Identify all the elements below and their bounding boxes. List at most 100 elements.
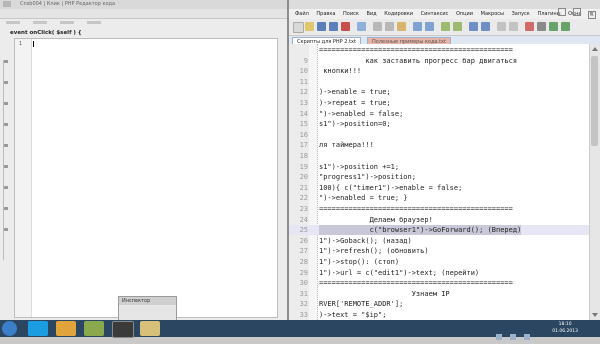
menu-syntax[interactable]: Синтаксис xyxy=(421,11,449,17)
print-icon[interactable] xyxy=(357,22,366,31)
code-line[interactable]: 22 ")->enabled = true; } xyxy=(289,193,590,203)
start-button[interactable] xyxy=(2,321,17,336)
inspector-panel[interactable]: Инспектор xyxy=(118,296,177,322)
code-text: )->repeat = true; xyxy=(319,99,391,107)
code-line[interactable]: 18 xyxy=(289,151,590,161)
code-line[interactable]: 17 ля таймера!!! xyxy=(289,140,590,150)
close-file-icon[interactable] xyxy=(341,22,350,31)
code-line[interactable]: 31 Узнаем IP xyxy=(289,289,590,299)
line-number: 20 xyxy=(299,173,308,182)
line-number: 23 xyxy=(299,205,308,213)
redo-icon[interactable] xyxy=(425,22,434,31)
wrap-icon[interactable] xyxy=(497,22,506,31)
code-text: ля таймера!!! xyxy=(319,141,374,150)
replace-icon[interactable] xyxy=(453,22,462,31)
code-line[interactable]: 29 1")->url = c("edit1")->text; (перейти) xyxy=(289,268,590,278)
code-line[interactable]: 30 ======================================… xyxy=(289,278,590,288)
indent-guide-icon[interactable] xyxy=(509,22,518,31)
code-line[interactable]: 9 как заставить прогресс бар двигаться xyxy=(289,56,590,66)
code-line[interactable]: 33)->text = "$ip"; xyxy=(289,310,590,320)
code-text: ========================================… xyxy=(319,205,513,213)
line-number: 9 xyxy=(303,56,308,65)
code-line[interactable]: 19 s1")->position +=1; xyxy=(289,162,590,172)
paste-icon[interactable] xyxy=(397,22,406,31)
menu-file[interactable]: Файл xyxy=(295,11,309,17)
scroll-up-icon[interactable] xyxy=(592,47,598,51)
scroll-down-icon[interactable] xyxy=(592,313,598,317)
chrome-icon[interactable] xyxy=(56,321,76,336)
skype-icon[interactable] xyxy=(28,321,48,336)
text-cursor xyxy=(33,41,34,47)
close-button[interactable]: X xyxy=(588,11,596,19)
menu-search[interactable]: Поиск xyxy=(343,11,359,17)
code-text: ========================================… xyxy=(319,46,513,54)
menu-view[interactable]: Вид xyxy=(366,11,376,17)
copy-icon[interactable] xyxy=(385,22,394,31)
code-line[interactable]: 16 xyxy=(289,130,590,140)
code-line[interactable]: 15 s1")->position=0; xyxy=(289,119,590,129)
minimize-button[interactable] xyxy=(557,8,566,16)
line-number: 24 xyxy=(299,215,308,224)
left-menu-item[interactable] xyxy=(6,21,20,24)
tray-icon[interactable] xyxy=(495,334,502,340)
cut-icon[interactable] xyxy=(373,22,382,31)
code-line[interactable]: 14 ")->enabled = false; xyxy=(289,109,590,119)
left-menu-item[interactable] xyxy=(60,21,75,24)
code-text: как заставить прогресс бар двигаться xyxy=(319,56,518,65)
code-line[interactable]: 21 100){ c("timer1")->enable = false; xyxy=(289,183,590,193)
code-line[interactable]: 26 1")->Goback(); (назад) xyxy=(289,236,590,246)
menu-macros[interactable]: Макросы xyxy=(481,11,504,17)
code-text: 1")->Goback(); (назад) xyxy=(319,236,412,245)
menu-options[interactable]: Опции xyxy=(456,11,473,17)
zoom-in-icon[interactable] xyxy=(469,22,478,31)
left-gutter xyxy=(15,39,32,317)
line-number: 13 xyxy=(299,99,308,107)
left-menu-item[interactable] xyxy=(87,21,102,24)
tray-icon[interactable] xyxy=(509,334,516,340)
clock[interactable]: 18:10 01.06.2013 xyxy=(552,321,578,335)
tray-icon[interactable] xyxy=(524,334,530,340)
code-line[interactable]: 27 1")->refresh(); (обновить) xyxy=(289,246,590,256)
undo-icon[interactable] xyxy=(413,22,422,31)
code-line[interactable]: 25 c("browser1")->GoForward(); (Вперед) xyxy=(289,225,590,236)
code-line[interactable]: 23 ======================================… xyxy=(289,204,590,214)
stop-macro-icon[interactable] xyxy=(537,22,546,31)
maximize-button[interactable] xyxy=(572,8,581,16)
code-line[interactable]: 28 1")->stop(): (стоп) xyxy=(289,257,590,267)
code-line[interactable]: 13 )->repeat = true; xyxy=(289,98,590,108)
zoom-out-icon[interactable] xyxy=(481,22,490,31)
code-text: c("browser1")->GoForward(); (Вперед) xyxy=(319,225,522,236)
scroll-thumb[interactable] xyxy=(591,56,598,146)
left-title-bar: Cnsb004 | Клик | PHP Редактор кода xyxy=(0,0,287,9)
record-macro-icon[interactable] xyxy=(525,22,534,31)
run-macro-icon[interactable] xyxy=(561,22,570,31)
code-text: s1")->position=0; xyxy=(319,120,391,129)
left-menu-item[interactable] xyxy=(33,21,48,24)
menu-encoding[interactable]: Кодировки xyxy=(384,11,413,17)
save-icon[interactable] xyxy=(317,22,326,31)
new-file-icon[interactable] xyxy=(293,22,304,33)
left-line-number: 1 xyxy=(19,41,23,47)
left-code-editor[interactable]: 1 xyxy=(14,38,278,318)
explorer-icon[interactable] xyxy=(140,321,160,336)
find-icon[interactable] xyxy=(441,22,450,31)
save-all-icon[interactable] xyxy=(329,22,338,31)
menu-edit[interactable]: Правка xyxy=(316,11,335,17)
app-icon[interactable] xyxy=(84,321,104,336)
line-number: 15 xyxy=(299,120,308,129)
notepad-window: X Файл Правка Поиск Вид Кодировки Синтак… xyxy=(289,0,600,320)
line-number: 33 xyxy=(299,311,308,319)
code-line[interactable]: ========================================… xyxy=(289,45,590,55)
code-line[interactable]: 10 кнопки!!! xyxy=(289,66,590,76)
menu-run[interactable]: Запуск xyxy=(512,11,530,17)
code-line[interactable]: 20 "progress1")->position; xyxy=(289,172,590,182)
open-folder-icon[interactable] xyxy=(305,22,314,31)
devel-studio-icon[interactable] xyxy=(112,321,134,338)
code-line[interactable]: 32 RVER['REMOTE_ADDR']; xyxy=(289,299,590,309)
code-editor[interactable]: ========================================… xyxy=(289,44,590,320)
play-macro-icon[interactable] xyxy=(549,22,558,31)
code-line[interactable]: 12)->enable = true; xyxy=(289,87,590,97)
code-line[interactable]: 11 xyxy=(289,77,590,87)
vertical-scrollbar[interactable] xyxy=(589,44,600,320)
code-line[interactable]: 24 Делаем браузер! xyxy=(289,215,590,225)
